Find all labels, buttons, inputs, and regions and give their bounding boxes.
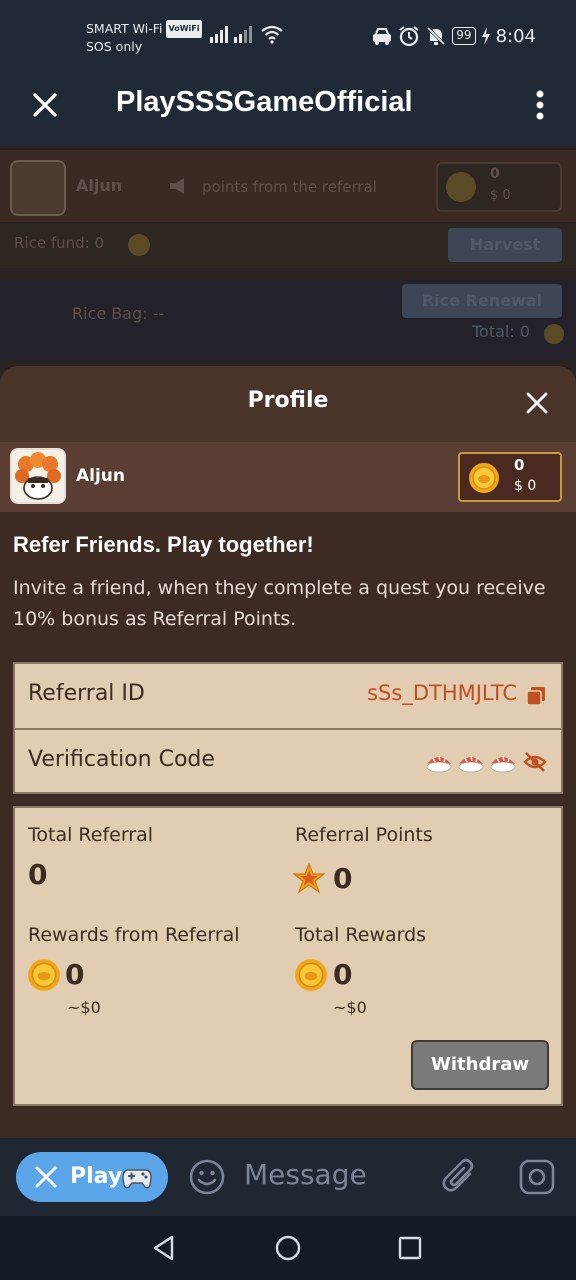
total-rewards-label: Total Rewards [295, 924, 427, 946]
rice-bag-row: Rice Bag: -- Rice Renewal Total: 0 [0, 280, 576, 470]
car-icon [373, 28, 392, 45]
referral-stats-box: Total Referral 0 Referral Points 0 Rewar… [13, 806, 563, 1106]
rewards-from-referral-usd: ~$0 [67, 998, 101, 1017]
carrier-sos: SOS only [86, 39, 143, 54]
total-referral-value: 0 [28, 858, 48, 891]
play-button[interactable]: Play [16, 1152, 168, 1202]
home-icon[interactable] [274, 1234, 302, 1262]
referral-points-label: Referral Points [295, 824, 433, 846]
avatar [10, 448, 66, 504]
coin-icon [544, 324, 564, 344]
more-options-icon[interactable] [536, 90, 544, 120]
refer-description: Invite a friend, when they complete a qu… [13, 577, 546, 630]
message-input[interactable]: Message [244, 1158, 367, 1191]
mushroom-avatar-icon [12, 450, 64, 502]
camera-icon[interactable] [518, 1158, 556, 1196]
rice-fund-row: Rice fund: 0 Harvest [0, 224, 576, 268]
emoji-icon[interactable] [188, 1158, 226, 1196]
copy-icon[interactable] [525, 685, 547, 707]
back-icon[interactable] [150, 1234, 178, 1262]
game-header-row: Aljun points from the referral 0 $ 0 [0, 150, 576, 222]
balance-value: 0 [514, 456, 525, 474]
refer-title: Refer Friends. Play together! [13, 532, 314, 557]
vowifi-badge: VoWiFi [166, 20, 202, 38]
referral-id-row: Referral ID sSs_DTHMJLTC [15, 664, 561, 728]
verification-code-label: Verification Code [28, 747, 215, 772]
withdraw-button[interactable]: Withdraw [411, 1040, 549, 1090]
balance-usd: $ 0 [514, 478, 537, 494]
recent-apps-icon[interactable] [396, 1234, 424, 1262]
sushi-icon [458, 755, 484, 773]
close-icon[interactable] [526, 392, 548, 414]
game-background: Aljun points from the referral 0 $ 0 Ric… [0, 146, 576, 470]
game-balance-box: 0 $ 0 [436, 162, 562, 212]
status-icons: 99 8:04 [371, 24, 536, 48]
hidden-code [425, 750, 517, 774]
rewards-from-referral-label: Rewards from Referral [28, 924, 240, 946]
megaphone-icon [170, 178, 184, 194]
attach-icon[interactable] [442, 1158, 478, 1196]
title-bar: PlaySSSGameOfficial [0, 66, 576, 146]
system-nav-bar [0, 1216, 576, 1280]
rice-renewal-button[interactable]: Rice Renewal [402, 284, 562, 318]
harvest-button[interactable]: Harvest [448, 228, 562, 262]
total-rewards-value: 0 [333, 958, 353, 991]
coin-icon [28, 959, 60, 991]
balance-box: 0 $ 0 [458, 452, 562, 502]
close-icon[interactable] [32, 92, 58, 118]
game-username: Aljun [76, 176, 123, 195]
carrier-name: SMART Wi-Fi [86, 21, 163, 36]
game-avatar [10, 160, 66, 216]
sushi-icon [426, 755, 452, 773]
verification-code-row: Verification Code [15, 728, 561, 792]
close-icon [35, 1166, 57, 1188]
play-label: Play [70, 1164, 123, 1189]
coin-icon [469, 463, 499, 493]
wifi-icon [261, 25, 283, 44]
game-balance-usd: $ 0 [490, 188, 511, 203]
battery-level: 99 [452, 27, 476, 45]
star-icon [293, 862, 325, 894]
eye-off-icon[interactable] [523, 750, 547, 774]
total-referral-label: Total Referral [28, 824, 154, 846]
rice-fund-label: Rice fund: 0 [14, 234, 105, 252]
mute-bell-icon [427, 26, 446, 46]
referral-id-value: sSs_DTHMJLTC [367, 681, 517, 705]
alarm-icon [399, 26, 419, 47]
coin-icon [295, 959, 327, 991]
user-row: Aljun 0 $ 0 [0, 442, 576, 512]
status-bar: SMART Wi-Fi VoWiFi SOS only 99 8:04 [0, 0, 576, 66]
rewards-from-referral-value: 0 [65, 958, 85, 991]
signal-icon [210, 26, 252, 43]
game-balance: 0 [490, 166, 500, 182]
referral-id-label: Referral ID [28, 681, 145, 706]
total-rewards-usd: ~$0 [333, 998, 367, 1017]
sushi-icon [490, 755, 516, 773]
rice-bag-label: Rice Bag: -- [72, 304, 165, 323]
referral-id-box: Referral ID sSs_DTHMJLTC Verification Co… [13, 662, 563, 794]
rice-total-label: Total: 0 [472, 322, 531, 341]
game-referral-notice: points from the referral [202, 178, 377, 196]
clock: 8:04 [495, 25, 536, 47]
profile-sheet: Profile Aljun 0 $ 0 Refer Friends. Play … [0, 366, 576, 1138]
sheet-header: Profile [0, 366, 576, 442]
message-input-bar: Play Message [0, 1138, 576, 1216]
coin-icon [446, 172, 476, 202]
username: Aljun [76, 466, 126, 486]
app-title: PlaySSSGameOfficial [116, 86, 413, 118]
gamepad-icon [122, 1169, 152, 1189]
coin-icon [128, 234, 150, 256]
referral-points-value: 0 [333, 862, 353, 895]
sheet-title: Profile [247, 388, 329, 413]
carrier-info: SMART Wi-Fi VoWiFi SOS only [86, 20, 202, 56]
charging-icon [481, 27, 490, 45]
